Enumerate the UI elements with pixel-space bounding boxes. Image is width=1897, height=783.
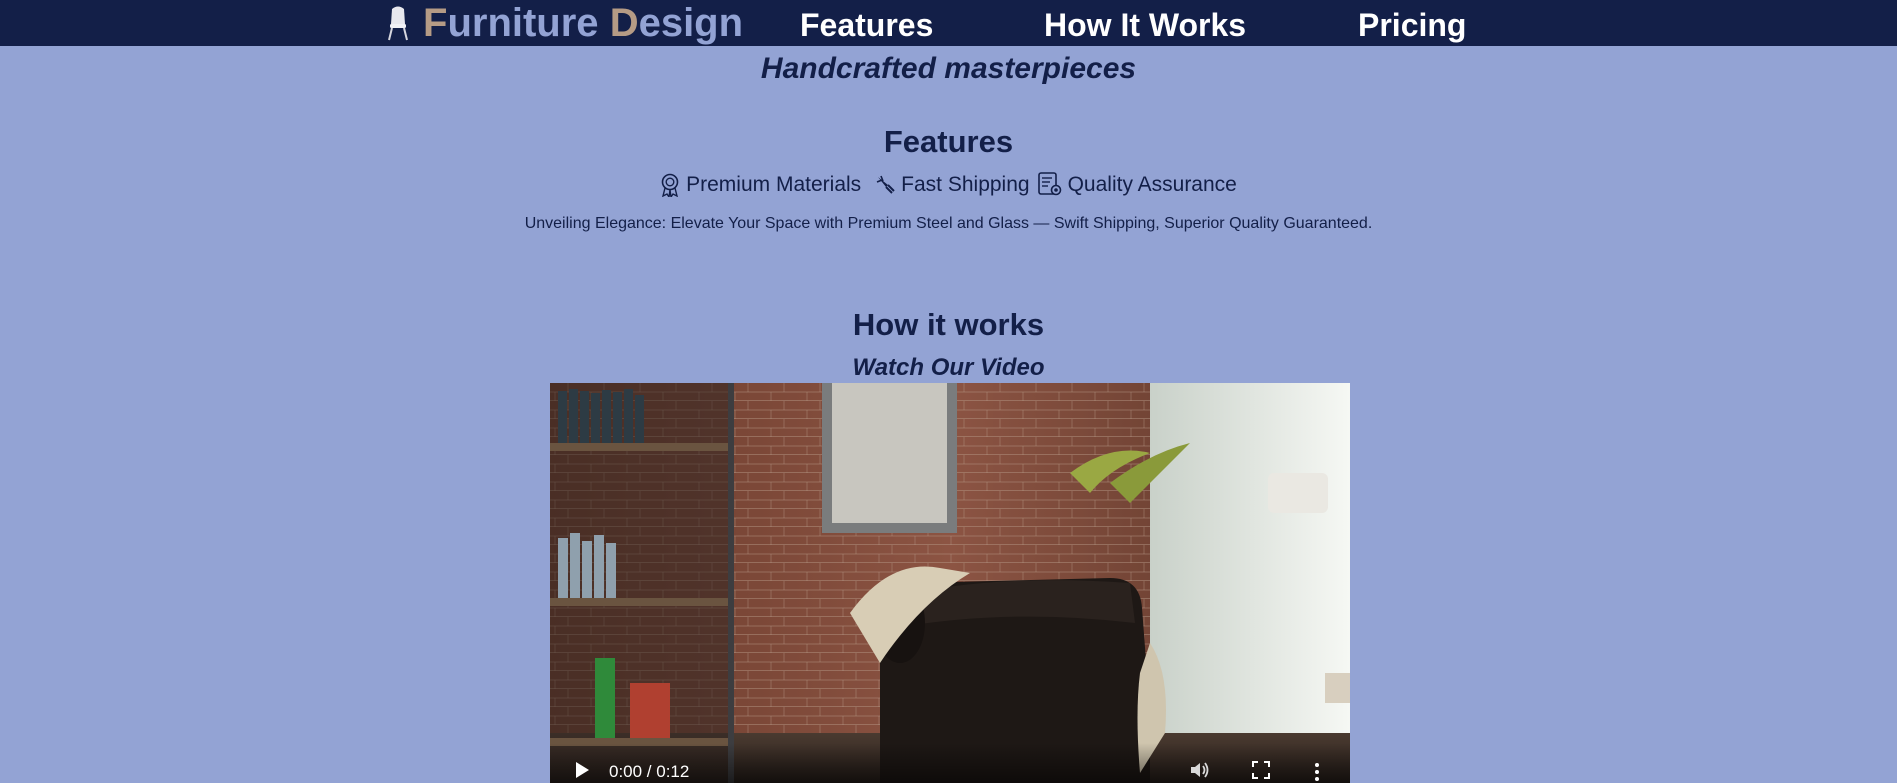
feature-label: Premium Materials	[686, 173, 862, 196]
logo-initial-f: F	[423, 0, 448, 45]
video-player[interactable]: 0:00 / 0:12	[550, 383, 1350, 783]
award-icon	[661, 173, 679, 197]
logo-link[interactable]: Furniture Design	[385, 0, 743, 46]
video-frame	[550, 383, 1350, 783]
volume-button[interactable]	[1190, 759, 1210, 781]
navbar: Furniture Design Features How It Works P…	[0, 0, 1897, 46]
chair-icon	[388, 6, 408, 41]
feature-quality-assurance: Quality Assurance	[1037, 172, 1237, 198]
more-options-button[interactable]	[1314, 761, 1320, 783]
how-it-works-title: How it works	[852, 307, 1045, 342]
video-subtitle: Watch Our Video	[852, 354, 1045, 381]
rocket-icon	[876, 175, 895, 194]
logo-text-esign: esign	[638, 0, 744, 45]
logo-initial-d: D	[609, 0, 639, 45]
nav-link-pricing[interactable]: Pricing	[1358, 0, 1466, 50]
play-icon	[576, 762, 589, 778]
features-list: Premium Materials Fast Shipping Quality …	[0, 172, 1897, 198]
feature-label: Fast Shipping	[901, 173, 1030, 196]
video-time: 0:00 / 0:12	[609, 762, 690, 781]
hero-tagline: Handcrafted masterpieces	[760, 52, 1137, 85]
more-options-icon	[1315, 763, 1319, 781]
feature-fast-shipping: Fast Shipping	[875, 173, 1030, 197]
play-button[interactable]	[574, 759, 590, 781]
nav-link-features[interactable]: Features	[800, 0, 933, 50]
fullscreen-button[interactable]	[1252, 759, 1270, 781]
volume-icon	[1191, 762, 1209, 778]
logo-space	[599, 1, 610, 46]
video-controls: 0:00 / 0:12	[550, 743, 1350, 783]
feature-label: Quality Assurance	[1067, 173, 1237, 196]
feature-premium-materials: Premium Materials	[660, 173, 861, 197]
features-description: Unveiling Elegance: Elevate Your Space w…	[524, 215, 1373, 232]
nav-link-how-it-works[interactable]: How It Works	[1044, 0, 1246, 50]
certificate-icon	[1037, 172, 1061, 196]
features-title: Features	[883, 124, 1014, 159]
logo-text-urniture: urniture	[447, 0, 599, 45]
fullscreen-icon	[1252, 761, 1270, 779]
